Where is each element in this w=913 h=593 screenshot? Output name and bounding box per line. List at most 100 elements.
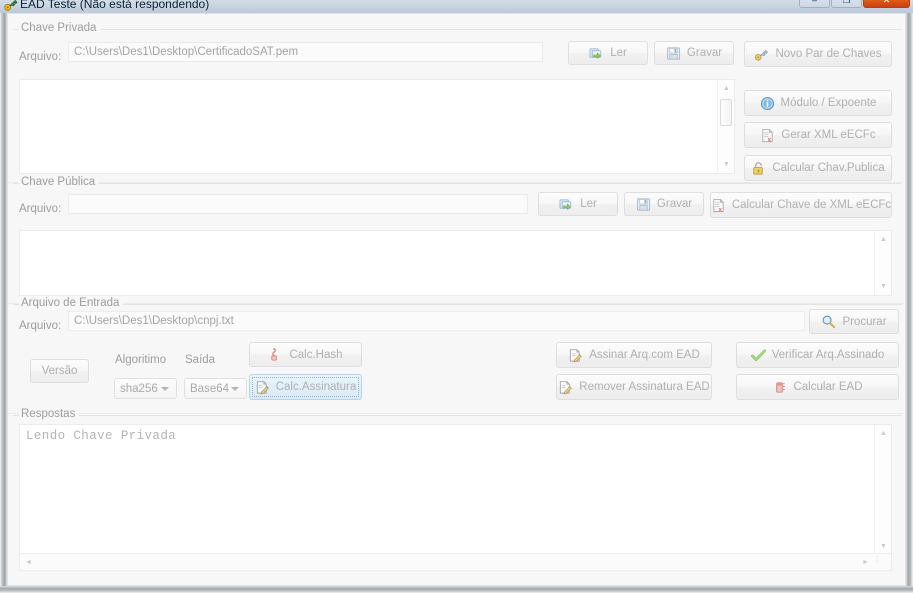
algorithm-label: Algoritimo — [115, 354, 167, 366]
generate-xml-label: Gerar XML eECFc — [781, 129, 876, 141]
title-bar[interactable]: EAD Teste (Não está respondendo) – ❐ ✕ — [0, 0, 913, 13]
floppy-disk-icon — [666, 46, 681, 61]
group-divider — [13, 415, 901, 416]
new-key-pair-button[interactable]: Novo Par de Chaves — [744, 41, 892, 67]
remove-signature-label: Remover Assinatura EAD — [579, 381, 710, 393]
folder-open-icon — [589, 46, 604, 61]
remove-signature-button[interactable]: Remover Assinatura EAD — [556, 374, 712, 400]
scroll-left-icon[interactable]: ◄ — [20, 554, 37, 571]
version-button[interactable]: Versão — [30, 359, 89, 383]
public-key-vertical-scrollbar[interactable]: ▲ ▼ — [874, 231, 891, 295]
private-key-group-label: Chave Privada — [19, 22, 101, 35]
maximize-icon: ❐ — [842, 0, 851, 5]
public-key-textarea[interactable]: ▲ ▼ — [19, 230, 892, 296]
browse-label: Procurar — [842, 315, 887, 328]
new-key-pair-label: Novo Par de Chaves — [775, 48, 882, 60]
input-file-label: Arquivo: — [19, 320, 62, 332]
public-key-save-label: Gravar — [656, 198, 693, 210]
check-mark-icon — [750, 348, 766, 363]
public-key-read-label: Ler — [580, 198, 597, 210]
window-controls: – ❐ ✕ — [799, 0, 910, 8]
calc-key-from-xml-button[interactable]: x Calcular Chave de XML eECFc — [710, 192, 892, 218]
scroll-up-icon[interactable]: ▲ — [875, 425, 892, 442]
responses-textarea[interactable]: Lendo Chave Privada ▲ ▼ ◄ ► ⁞ — [19, 424, 892, 571]
window-frame-bottom — [0, 586, 913, 593]
verify-file-label: Verificar Arq.Assinado — [771, 349, 885, 361]
calc-hash-label: Calc.Hash — [289, 348, 343, 361]
public-key-file-input[interactable] — [68, 194, 528, 214]
folder-open-icon — [559, 197, 574, 212]
private-key-vertical-scrollbar[interactable]: ▲ ▼ — [717, 80, 734, 173]
modulus-exponent-button[interactable]: Módulo / Expoente — [744, 90, 892, 116]
chevron-down-icon[interactable] — [161, 386, 169, 391]
scroll-up-icon[interactable]: ▲ — [875, 231, 892, 248]
close-button[interactable]: ✕ — [863, 0, 910, 8]
output-value: Base64 — [190, 382, 230, 395]
minimize-button[interactable]: – — [799, 0, 830, 8]
ead-stamp-icon — [772, 380, 787, 395]
public-key-text — [26, 235, 871, 293]
private-key-textarea[interactable]: ▲ ▼ — [19, 79, 735, 174]
window-frame-left — [0, 13, 7, 588]
sign-document-icon — [558, 380, 573, 395]
public-key-save-button[interactable]: Gravar — [624, 192, 704, 216]
scrollbar-thumb[interactable] — [720, 99, 732, 126]
private-key-group: Chave Privada — [13, 22, 901, 35]
app-window: EAD Teste (Não está respondendo) – ❐ ✕ C… — [0, 0, 913, 593]
maximize-button[interactable]: ❐ — [831, 0, 862, 8]
hash-icon — [268, 347, 283, 362]
responses-text: Lendo Chave Privada — [26, 429, 177, 443]
xml-document-icon: x — [711, 198, 726, 213]
xml-document-icon: x — [760, 128, 775, 143]
group-divider — [13, 29, 901, 30]
responses-horizontal-scrollbar[interactable]: ◄ ► ⁞ — [20, 553, 891, 570]
scroll-right-icon[interactable]: ► — [857, 554, 874, 571]
output-select[interactable]: Base64 — [184, 378, 247, 399]
public-key-file-label: Arquivo: — [19, 203, 62, 215]
calc-ead-label: Calcular EAD — [793, 381, 863, 393]
window-frame-right — [906, 13, 913, 588]
svg-text:x: x — [768, 136, 772, 142]
output-label: Saída — [185, 354, 216, 366]
input-file-path-input[interactable]: C:\Users\Des1\Desktop\cnpj.txt — [68, 311, 805, 331]
calc-ead-button[interactable]: Calcular EAD — [736, 374, 899, 400]
chevron-down-icon[interactable] — [231, 386, 239, 391]
scroll-down-icon[interactable]: ▼ — [718, 156, 735, 173]
algorithm-value: sha256 — [120, 382, 158, 395]
sign-file-button[interactable]: Assinar Arq.com EAD — [556, 342, 712, 368]
group-divider — [13, 304, 901, 305]
modulus-exponent-label: Módulo / Expoente — [780, 97, 877, 109]
svg-text:x: x — [718, 206, 722, 212]
algorithm-select[interactable]: sha256 — [114, 378, 177, 399]
scroll-down-icon[interactable]: ▼ — [875, 278, 892, 295]
responses-vertical-scrollbar[interactable]: ▲ ▼ — [874, 425, 891, 555]
resize-grip-icon[interactable]: ⁞ — [876, 555, 890, 569]
private-key-read-button[interactable]: Ler — [568, 41, 648, 65]
browse-button[interactable]: Procurar — [809, 309, 899, 334]
info-icon — [760, 96, 775, 111]
calc-signature-button[interactable]: Calc.Assinatura — [249, 374, 362, 400]
input-file-group: Arquivo de Entrada — [13, 297, 901, 310]
private-key-save-label: Gravar — [686, 47, 723, 59]
generate-xml-button[interactable]: x Gerar XML eECFc — [744, 122, 892, 148]
public-key-group-label: Chave Pública — [19, 176, 100, 189]
client-area: Chave Privada Arquivo: C:\Users\Des1\Des… — [7, 13, 906, 586]
calc-signature-label: Calc.Assinatura — [275, 381, 357, 393]
keys-icon — [754, 47, 769, 62]
calc-public-key-label: Calcular Chav.Publica — [772, 162, 885, 174]
floppy-disk-icon — [636, 197, 651, 212]
calc-key-from-xml-label: Calcular Chave de XML eECFc — [731, 199, 892, 211]
public-key-read-button[interactable]: Ler — [538, 192, 618, 216]
private-key-save-button[interactable]: Gravar — [654, 41, 734, 65]
private-key-read-label: Ler — [610, 47, 627, 59]
verify-file-button[interactable]: Verificar Arq.Assinado — [736, 342, 899, 368]
private-key-file-input[interactable]: C:\Users\Des1\Desktop\CertificadoSAT.pem — [68, 42, 543, 62]
sign-document-icon — [255, 380, 270, 395]
scroll-up-icon[interactable]: ▲ — [718, 80, 735, 97]
responses-group: Respostas — [13, 408, 901, 421]
key-app-icon — [4, 0, 18, 11]
calc-hash-button[interactable]: Calc.Hash — [249, 342, 362, 367]
sign-document-icon — [568, 348, 583, 363]
private-key-file-label: Arquivo: — [19, 51, 62, 63]
window-title: EAD Teste (Não está respondendo) — [20, 0, 210, 11]
